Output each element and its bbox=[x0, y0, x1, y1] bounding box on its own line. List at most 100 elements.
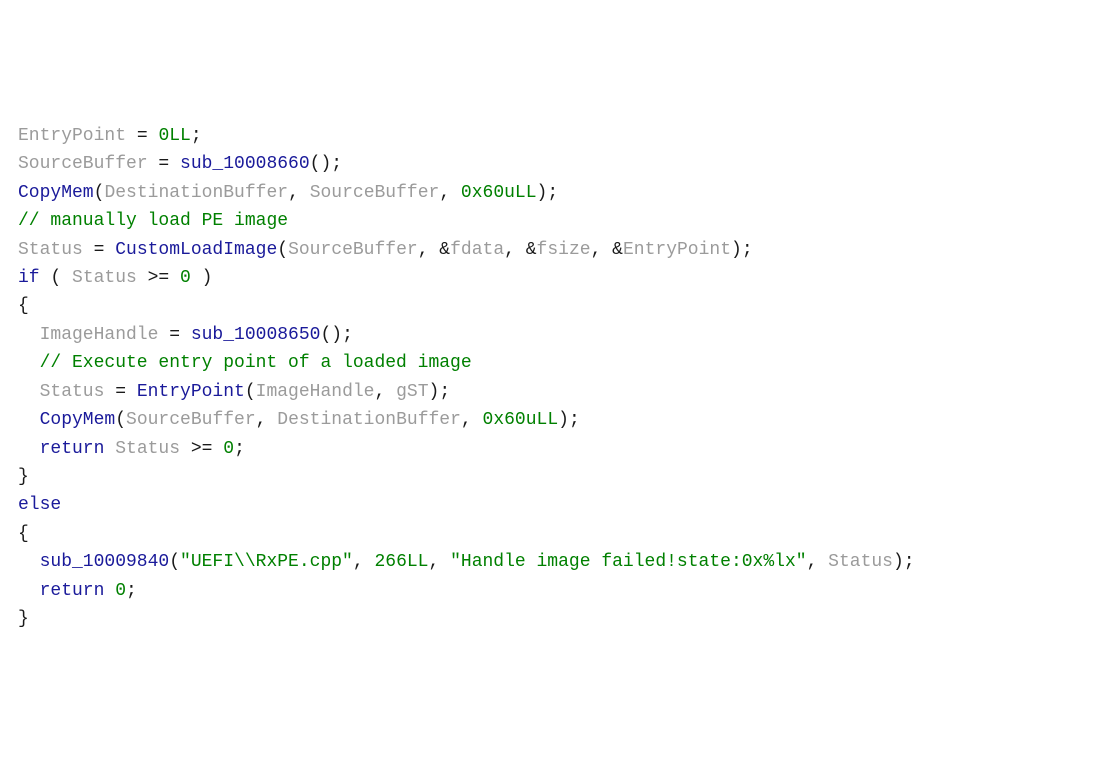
number-literal: 0 bbox=[115, 581, 126, 601]
semicolon: ; bbox=[547, 183, 558, 203]
brace-open: { bbox=[18, 296, 29, 316]
identifier: DestinationBuffer bbox=[277, 410, 461, 430]
comma: , bbox=[461, 410, 483, 430]
semicolon: ; bbox=[342, 325, 353, 345]
string-literal: "Handle image failed!state:0x%lx" bbox=[450, 552, 806, 572]
code-line: Status = EntryPoint(ImageHandle, gST); bbox=[18, 378, 1081, 406]
semicolon: ; bbox=[234, 439, 245, 459]
identifier: gST bbox=[396, 382, 428, 402]
identifier: Status bbox=[828, 552, 893, 572]
comma: , bbox=[807, 552, 829, 572]
code-line: { bbox=[18, 292, 1081, 320]
identifier: SourceBuffer bbox=[18, 154, 148, 174]
paren-open: ( bbox=[115, 410, 126, 430]
paren-close: ) bbox=[893, 552, 904, 572]
comma: , bbox=[353, 552, 375, 572]
code-line: } bbox=[18, 605, 1081, 633]
function-call: sub_10008660 bbox=[180, 154, 310, 174]
number-literal: 0 bbox=[180, 268, 191, 288]
identifier: Status bbox=[72, 268, 137, 288]
operator: >= bbox=[137, 268, 180, 288]
identifier: SourceBuffer bbox=[288, 240, 418, 260]
identifier: fsize bbox=[537, 240, 591, 260]
comma: , bbox=[418, 240, 440, 260]
code-line: } bbox=[18, 463, 1081, 491]
code-line: SourceBuffer = sub_10008660(); bbox=[18, 150, 1081, 178]
paren-open: ( bbox=[40, 268, 72, 288]
brace-open: { bbox=[18, 524, 29, 544]
code-line: { bbox=[18, 520, 1081, 548]
parens: () bbox=[310, 154, 332, 174]
comma: , bbox=[504, 240, 526, 260]
comment: // manually load PE image bbox=[18, 211, 288, 231]
space bbox=[104, 439, 115, 459]
function-call: CopyMem bbox=[18, 183, 94, 203]
code-line: // manually load PE image bbox=[18, 207, 1081, 235]
keyword-return: return bbox=[40, 581, 105, 601]
comma: , bbox=[256, 410, 278, 430]
identifier: EntryPoint bbox=[623, 240, 731, 260]
code-line: if ( Status >= 0 ) bbox=[18, 264, 1081, 292]
semicolon: ; bbox=[569, 410, 580, 430]
semicolon: ; bbox=[191, 126, 202, 146]
code-line: ImageHandle = sub_10008650(); bbox=[18, 321, 1081, 349]
paren-close: ) bbox=[558, 410, 569, 430]
paren-open: ( bbox=[169, 552, 180, 572]
ampersand: & bbox=[612, 240, 623, 260]
comma: , bbox=[288, 183, 310, 203]
brace-close: } bbox=[18, 609, 29, 629]
comma: , bbox=[439, 183, 461, 203]
keyword-return: return bbox=[40, 439, 105, 459]
code-line: else bbox=[18, 491, 1081, 519]
paren-close: ) bbox=[537, 183, 548, 203]
comma: , bbox=[591, 240, 613, 260]
code-line: Status = CustomLoadImage(SourceBuffer, &… bbox=[18, 236, 1081, 264]
operator: >= bbox=[180, 439, 223, 459]
parens: () bbox=[320, 325, 342, 345]
semicolon: ; bbox=[331, 154, 342, 174]
semicolon: ; bbox=[742, 240, 753, 260]
number-literal: 0LL bbox=[158, 126, 190, 146]
code-line: return Status >= 0; bbox=[18, 435, 1081, 463]
ampersand: & bbox=[439, 240, 450, 260]
identifier: fdata bbox=[450, 240, 504, 260]
number-literal: 0 bbox=[223, 439, 234, 459]
code-line: sub_10009840("UEFI\\RxPE.cpp", 266LL, "H… bbox=[18, 548, 1081, 576]
identifier: DestinationBuffer bbox=[104, 183, 288, 203]
brace-close: } bbox=[18, 467, 29, 487]
identifier: Status bbox=[115, 439, 180, 459]
identifier: Status bbox=[40, 382, 105, 402]
paren-close: ) bbox=[191, 268, 213, 288]
function-call: sub_10008650 bbox=[191, 325, 321, 345]
number-literal: 0x60uLL bbox=[461, 183, 537, 203]
code-line: // Execute entry point of a loaded image bbox=[18, 349, 1081, 377]
operator: = bbox=[158, 325, 190, 345]
identifier: Status bbox=[18, 240, 83, 260]
identifier: ImageHandle bbox=[40, 325, 159, 345]
comma: , bbox=[374, 382, 396, 402]
code-line: CopyMem(SourceBuffer, DestinationBuffer,… bbox=[18, 406, 1081, 434]
semicolon: ; bbox=[126, 581, 137, 601]
code-line: CopyMem(DestinationBuffer, SourceBuffer,… bbox=[18, 179, 1081, 207]
identifier: EntryPoint bbox=[18, 126, 126, 146]
paren-open: ( bbox=[277, 240, 288, 260]
code-line: return 0; bbox=[18, 577, 1081, 605]
semicolon: ; bbox=[439, 382, 450, 402]
identifier: SourceBuffer bbox=[310, 183, 440, 203]
function-call: CopyMem bbox=[40, 410, 116, 430]
function-call: sub_10009840 bbox=[40, 552, 170, 572]
semicolon: ; bbox=[904, 552, 915, 572]
identifier: ImageHandle bbox=[256, 382, 375, 402]
number-literal: 0x60uLL bbox=[483, 410, 559, 430]
paren-open: ( bbox=[94, 183, 105, 203]
keyword-else: else bbox=[18, 495, 61, 515]
paren-close: ) bbox=[731, 240, 742, 260]
keyword-if: if bbox=[18, 268, 40, 288]
code-block: EntryPoint = 0LL;SourceBuffer = sub_1000… bbox=[18, 122, 1081, 634]
paren-open: ( bbox=[245, 382, 256, 402]
identifier: SourceBuffer bbox=[126, 410, 256, 430]
operator: = bbox=[83, 240, 115, 260]
comment: // Execute entry point of a loaded image bbox=[40, 353, 472, 373]
function-call: EntryPoint bbox=[137, 382, 245, 402]
operator: = bbox=[104, 382, 136, 402]
